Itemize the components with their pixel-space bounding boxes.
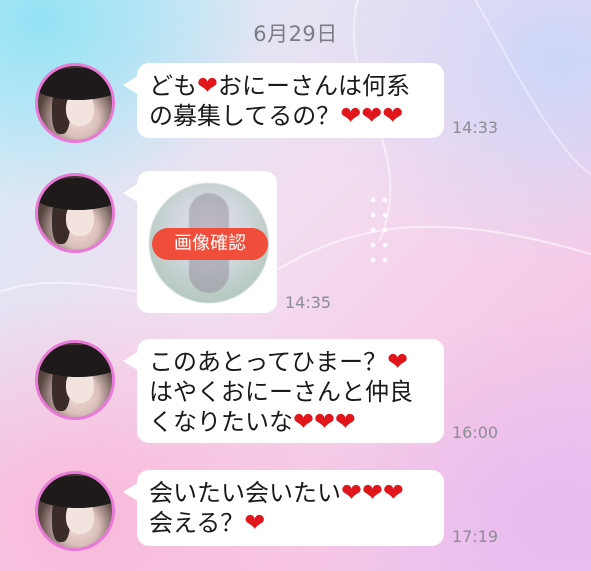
heart-icon: ❤ <box>382 478 404 507</box>
avatar-hat <box>38 476 112 508</box>
sender-avatar[interactable] <box>35 63 115 143</box>
message-bubble[interactable]: 会いたい会いたい❤❤❤ 会える？❤ <box>123 470 444 546</box>
message-bubble[interactable]: このあとってひまー？❤ はやくおにーさんと仲良 くなりたいな❤❤❤ <box>123 339 444 443</box>
sender-avatar[interactable] <box>35 173 115 253</box>
heart-icon: ❤ <box>340 101 362 130</box>
heart-icon: ❤ <box>361 478 383 507</box>
heart-icon: ❤ <box>382 101 404 130</box>
heart-icon: ❤ <box>334 407 356 436</box>
heart-icon: ❤ <box>293 407 314 436</box>
message-line: はやくおにーさんと仲良 <box>149 378 413 406</box>
heart-icon: ❤ <box>387 347 409 376</box>
heart-icon: ❤ <box>341 478 362 507</box>
sender-avatar[interactable] <box>35 471 115 551</box>
heart-icon: ❤ <box>197 71 218 100</box>
view-image-button[interactable]: 画像確認 <box>152 228 268 260</box>
heart-icon: ❤ <box>244 508 266 537</box>
avatar-hat <box>38 345 112 377</box>
message-line: ども❤おにーさんは何系 <box>149 71 410 100</box>
avatar-hat <box>38 68 112 100</box>
message-line: このあとってひまー？❤ <box>149 347 409 376</box>
message-time: 14:35 <box>285 293 332 312</box>
message-time: 14:33 <box>452 118 499 137</box>
heart-icon: ❤ <box>313 407 335 436</box>
message-bubble[interactable]: ども❤おにーさんは何系 の募集してるの？❤❤❤ <box>123 63 444 138</box>
message-line: 会える？❤ <box>149 508 266 537</box>
heart-icon: ❤ <box>361 101 383 130</box>
message-line: くなりたいな❤❤❤ <box>149 407 356 436</box>
message-line: 会いたい会いたい❤❤❤ <box>149 478 404 507</box>
message-time: 16:00 <box>452 423 499 442</box>
message-time: 17:19 <box>452 527 499 546</box>
date-header: 6月29日 <box>253 22 338 46</box>
image-message-bubble[interactable]: 画像確認 <box>123 171 277 313</box>
sender-avatar[interactable] <box>35 340 115 420</box>
message-line: の募集してるの？❤❤❤ <box>149 101 404 130</box>
avatar-hat <box>38 178 112 210</box>
